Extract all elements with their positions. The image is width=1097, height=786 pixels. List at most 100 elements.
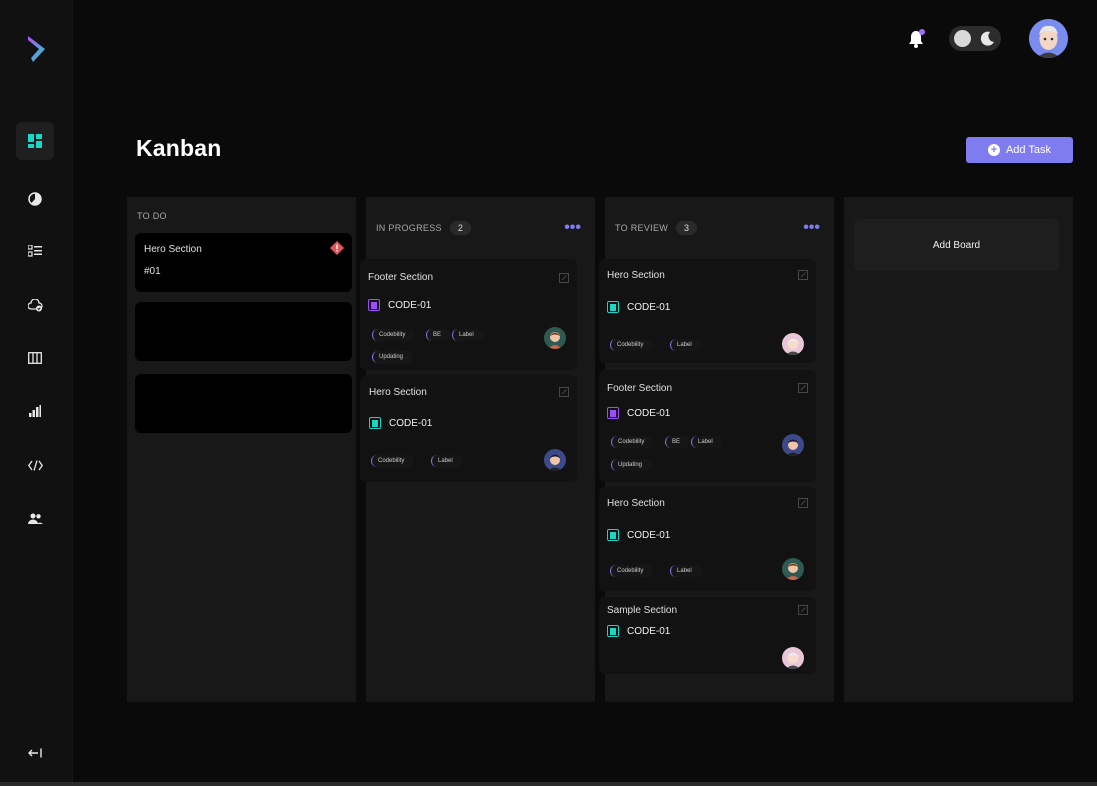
column-title: TO REVIEW — [615, 223, 669, 233]
sidebar-item-team[interactable] — [16, 499, 54, 537]
task-card[interactable]: Sample Section CODE-01 — [599, 597, 816, 674]
card-title: Hero Section — [369, 387, 427, 398]
task-card[interactable]: Hero Section CODE-01 Codebility Label — [599, 259, 816, 363]
card-code: CODE-01 — [627, 301, 671, 313]
app-logo[interactable] — [25, 34, 49, 64]
column-todo: TO DO Hero Section #01 — [127, 197, 356, 702]
cloud-check-icon — [27, 298, 43, 311]
pie-chart-icon — [28, 192, 42, 206]
tag: Codebility — [610, 565, 654, 577]
bookmark-icon — [369, 417, 381, 429]
sidebar-item-analytics[interactable] — [16, 180, 54, 218]
edit-icon[interactable] — [798, 270, 808, 280]
column-add-board: Add Board — [844, 197, 1073, 702]
assignee-avatar[interactable] — [782, 647, 804, 669]
card-code: CODE-01 — [388, 299, 432, 311]
add-task-label: Add Task — [1005, 144, 1052, 156]
column-header: TO DO — [137, 211, 167, 221]
tag: Label — [452, 329, 484, 341]
notification-dot — [919, 29, 925, 35]
logout-icon — [28, 748, 42, 758]
bookmark-icon — [607, 625, 619, 637]
assignee-avatar[interactable] — [782, 434, 804, 456]
card-title: Footer Section — [368, 272, 434, 283]
card-title: Hero Section — [607, 270, 665, 281]
task-card[interactable]: Footer Section CODE-01 Codebility BE Lab… — [360, 259, 577, 370]
tag: Label — [670, 339, 702, 351]
edit-icon[interactable] — [559, 387, 569, 397]
column-header: IN PROGRESS 2 — [376, 221, 472, 235]
alert-diamond-icon — [330, 241, 344, 255]
bookmark-icon — [368, 299, 380, 311]
empty-card[interactable] — [135, 302, 352, 361]
bookmark-icon — [607, 301, 619, 313]
tag: Codebility — [611, 436, 655, 448]
empty-card[interactable] — [135, 374, 352, 433]
sidebar-item-kanban[interactable] — [16, 339, 54, 377]
sidebar-item-code[interactable] — [16, 446, 54, 484]
tag: Updating — [372, 351, 414, 363]
tag: Updating — [611, 459, 653, 471]
bookmark-icon — [607, 407, 619, 419]
code-row: CODE-01 — [607, 529, 670, 541]
column-title: TO DO — [137, 211, 167, 221]
card-id: #01 — [144, 266, 161, 277]
add-board-button[interactable]: Add Board — [854, 219, 1059, 271]
column-in-progress: IN PROGRESS 2 ••• Footer Section CODE-01… — [360, 197, 595, 702]
notification-button[interactable] — [905, 28, 927, 50]
count-badge: 3 — [676, 221, 698, 235]
moon-icon — [980, 31, 994, 46]
plus-circle-icon: + — [987, 144, 1000, 156]
tag: Codebility — [372, 329, 416, 341]
count-badge: 2 — [449, 221, 472, 235]
assignee-avatar[interactable] — [782, 558, 804, 580]
sidebar-item-dashboard[interactable] — [16, 122, 54, 160]
task-card[interactable]: Hero Section #01 — [135, 233, 352, 292]
tag: Codebility — [610, 339, 654, 351]
checklist-icon — [28, 245, 42, 257]
code-row: CODE-01 — [607, 301, 670, 313]
edit-icon[interactable] — [798, 605, 808, 615]
assignee-avatar[interactable] — [782, 333, 804, 355]
tag: Label — [691, 436, 723, 448]
grid-icon — [28, 134, 42, 148]
column-title: IN PROGRESS — [376, 223, 442, 233]
assignee-avatar[interactable] — [544, 327, 566, 349]
page-title: Kanban — [136, 135, 222, 161]
card-code: CODE-01 — [627, 529, 671, 541]
toggle-knob — [954, 30, 971, 47]
columns-icon — [28, 352, 42, 364]
column-to-review: TO REVIEW 3 ••• Hero Section CODE-01 Cod… — [599, 197, 834, 702]
card-code: CODE-01 — [627, 407, 671, 419]
assignee-avatar[interactable] — [544, 449, 566, 471]
card-code: CODE-01 — [389, 417, 433, 429]
add-task-button[interactable]: + Add Task — [966, 137, 1073, 163]
card-code: CODE-01 — [627, 625, 671, 637]
sidebar-item-reports[interactable] — [16, 392, 54, 430]
bar-chart-icon — [29, 405, 41, 417]
card-title: Footer Section — [607, 383, 673, 394]
edit-icon[interactable] — [798, 498, 808, 508]
tag: Codebility — [371, 455, 415, 467]
task-card[interactable]: Hero Section CODE-01 Codebility Label — [360, 375, 577, 482]
sidebar-item-tasks[interactable] — [16, 232, 54, 270]
sidebar — [0, 0, 73, 786]
code-icon — [27, 459, 43, 471]
code-row: CODE-01 — [369, 417, 432, 429]
card-title: Sample Section — [607, 605, 678, 616]
theme-toggle[interactable] — [949, 26, 1001, 51]
sidebar-item-cloud[interactable] — [16, 286, 54, 324]
more-options-button[interactable]: ••• — [564, 220, 581, 236]
user-avatar[interactable] — [1029, 19, 1068, 58]
code-row: CODE-01 — [368, 299, 431, 311]
tag: BE — [665, 436, 691, 448]
card-title: Hero Section — [144, 244, 202, 255]
task-card[interactable]: Hero Section CODE-01 Codebility Label — [599, 487, 816, 591]
edit-icon[interactable] — [798, 383, 808, 393]
bottom-divider — [0, 782, 1097, 786]
edit-icon[interactable] — [559, 273, 569, 283]
task-card[interactable]: Footer Section CODE-01 Codebility BE Lab… — [599, 370, 816, 482]
code-row: CODE-01 — [607, 625, 670, 637]
logout-button[interactable] — [25, 744, 45, 762]
more-options-button[interactable]: ••• — [803, 220, 820, 236]
